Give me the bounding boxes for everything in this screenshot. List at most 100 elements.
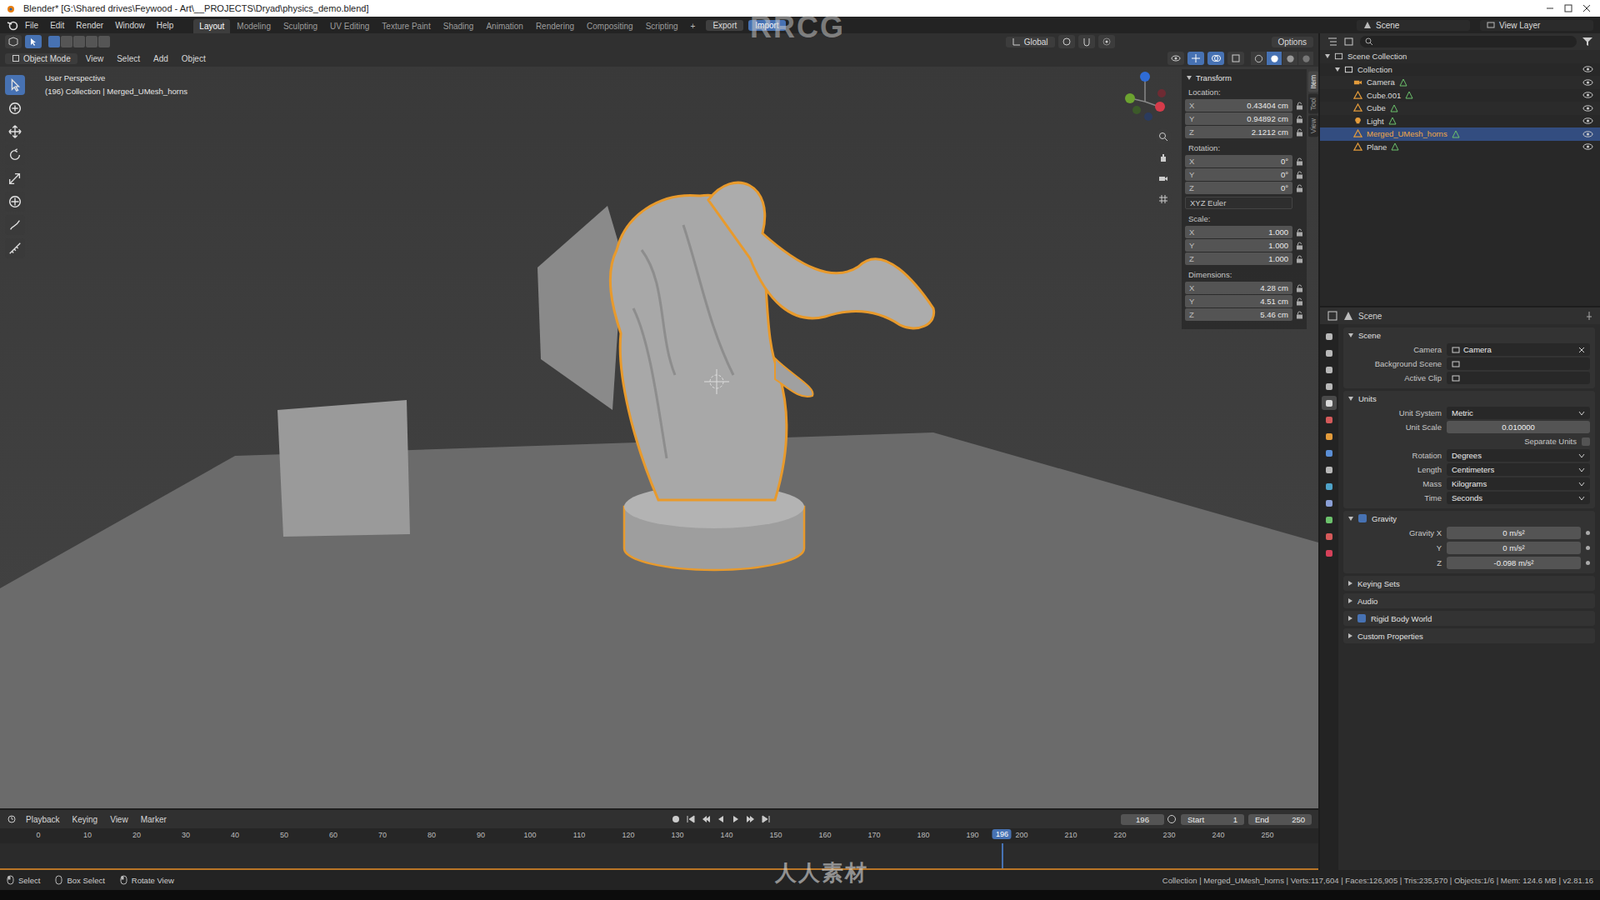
property-picker[interactable] [1446, 357, 1590, 370]
timeline-menu[interactable]: Marker [135, 814, 172, 825]
sidebar-tab[interactable]: Item [1308, 71, 1319, 93]
menu-item[interactable]: Window [110, 20, 150, 31]
end-frame-field[interactable]: End250 [1248, 814, 1312, 825]
dropdown-field[interactable]: Metric [1446, 406, 1590, 420]
menu-item[interactable]: Help [151, 20, 180, 31]
rotation-mode-dropdown[interactable]: XYZ Euler [1185, 196, 1293, 210]
viewport-menu[interactable]: Select [111, 53, 145, 65]
lock-icon[interactable] [1295, 170, 1304, 180]
workspace-tab[interactable]: Layout [193, 19, 230, 34]
menu-item[interactable]: Edit [45, 20, 70, 31]
workspace-tab[interactable]: Compositing [580, 19, 640, 34]
menu-item[interactable]: File [20, 20, 44, 31]
object-data-icon[interactable] [1388, 116, 1397, 125]
properties-tab[interactable] [1321, 362, 1337, 377]
number-field[interactable]: 0 m/s² [1446, 541, 1581, 555]
properties-tab[interactable] [1321, 545, 1337, 560]
keyframe-dot-icon[interactable] [1585, 545, 1590, 550]
eye-icon[interactable] [1582, 142, 1594, 151]
jump-end-icon[interactable] [760, 814, 771, 825]
frame-ruler[interactable]: 0102030405060708090100110120130140150160… [0, 828, 1319, 844]
lock-icon[interactable] [1295, 297, 1304, 306]
lock-icon[interactable] [1295, 255, 1304, 264]
pin-icon[interactable] [1585, 310, 1594, 321]
xray-button[interactable] [1227, 51, 1245, 65]
outliner-row[interactable]: Camera [1320, 75, 1600, 90]
display-mode-icon[interactable] [1343, 36, 1355, 47]
properties-tab[interactable] [1321, 529, 1337, 544]
lock-icon[interactable] [1295, 184, 1304, 193]
minimize-icon[interactable] [1545, 3, 1555, 14]
dropdown-field[interactable]: Degrees [1446, 449, 1590, 462]
mode-subtract-icon[interactable] [73, 35, 85, 48]
action-button[interactable]: Export [705, 20, 744, 31]
properties-editor-icon[interactable] [1326, 310, 1339, 321]
viewport-menu[interactable]: View [80, 53, 110, 65]
snap-button[interactable] [1078, 35, 1095, 49]
outliner-row[interactable]: Collection [1320, 63, 1600, 77]
current-frame-field[interactable]: 196 [1120, 814, 1165, 825]
workspace-tab[interactable]: Shading [437, 19, 480, 34]
eye-icon[interactable] [1582, 78, 1594, 87]
outliner-row[interactable]: Scene Collection [1320, 50, 1600, 64]
expand-arrow-icon[interactable] [1325, 54, 1330, 59]
properties-tab[interactable] [1321, 345, 1337, 360]
shading-group[interactable] [1250, 51, 1314, 65]
outliner-row[interactable]: Light [1320, 115, 1600, 129]
blender-menu-icon[interactable] [6, 19, 19, 31]
gizmo-toggle-button[interactable] [1187, 51, 1205, 65]
outliner-search[interactable] [1360, 35, 1577, 48]
view-layer-selector[interactable]: View Layer [1480, 20, 1594, 31]
3d-viewport[interactable]: User Perspective(196) Collection | Merge… [0, 66, 1319, 809]
property-picker[interactable] [1446, 371, 1590, 385]
number-field[interactable]: X4.28 cm [1185, 281, 1293, 295]
properties-tab[interactable] [1321, 445, 1337, 460]
workspace-tab[interactable]: Modeling [230, 19, 277, 34]
eye-icon[interactable] [1582, 130, 1594, 139]
lock-icon[interactable] [1295, 157, 1304, 166]
workspace-tab[interactable]: Texture Paint [375, 19, 436, 34]
pivot-button[interactable] [1058, 35, 1075, 49]
filter-icon[interactable] [1581, 36, 1594, 47]
lock-icon[interactable] [1295, 228, 1304, 237]
number-field[interactable]: Y0° [1185, 168, 1293, 181]
properties-tab[interactable] [1321, 412, 1337, 427]
timeline-editor-icon[interactable] [6, 814, 19, 825]
panel-header[interactable]: Units [1343, 390, 1595, 406]
tool-button[interactable] [5, 75, 25, 95]
eye-icon[interactable] [1582, 90, 1594, 100]
eye-icon[interactable] [1582, 104, 1594, 113]
checkbox[interactable] [1581, 437, 1590, 446]
properties-tab[interactable] [1321, 462, 1337, 477]
panel-header[interactable]: Custom Properties [1343, 628, 1595, 644]
start-frame-field[interactable]: Start1 [1180, 814, 1245, 825]
properties-tab[interactable] [1321, 512, 1337, 527]
viewport-menu[interactable]: Add [148, 53, 174, 65]
number-field[interactable]: Z0° [1185, 181, 1293, 195]
mode-intersect-icon[interactable] [98, 35, 110, 48]
workspace-tab[interactable]: Sculpting [277, 19, 324, 34]
timeline-menu[interactable]: Playback [20, 814, 65, 825]
outliner-row[interactable]: Cube.001 [1320, 89, 1600, 103]
ortho-grid-icon[interactable] [1155, 190, 1172, 208]
tool-button[interactable] [5, 191, 25, 212]
action-button[interactable]: Import [748, 20, 785, 31]
play-icon[interactable] [730, 814, 741, 825]
checkbox[interactable] [1357, 614, 1366, 623]
object-data-icon[interactable] [1405, 90, 1414, 100]
tool-button[interactable] [5, 121, 25, 142]
number-field[interactable]: Z1.000 [1185, 252, 1293, 265]
workspace-tab[interactable]: Animation [480, 19, 529, 34]
playhead-badge[interactable]: 196 [992, 829, 1012, 840]
options-dropdown[interactable]: Options [1271, 36, 1314, 48]
eye-icon[interactable] [1582, 65, 1594, 74]
expand-arrow-icon[interactable] [1335, 67, 1340, 72]
jump-start-icon[interactable] [685, 814, 696, 825]
lock-icon[interactable] [1295, 101, 1304, 110]
add-workspace-button[interactable]: + [685, 19, 702, 34]
panel-header[interactable]: Keying Sets [1343, 575, 1595, 591]
number-field[interactable]: 0.010000 [1446, 420, 1590, 434]
properties-tab[interactable] [1321, 479, 1337, 494]
playhead-line[interactable] [1001, 843, 1004, 869]
menu-item[interactable]: Render [70, 20, 109, 31]
